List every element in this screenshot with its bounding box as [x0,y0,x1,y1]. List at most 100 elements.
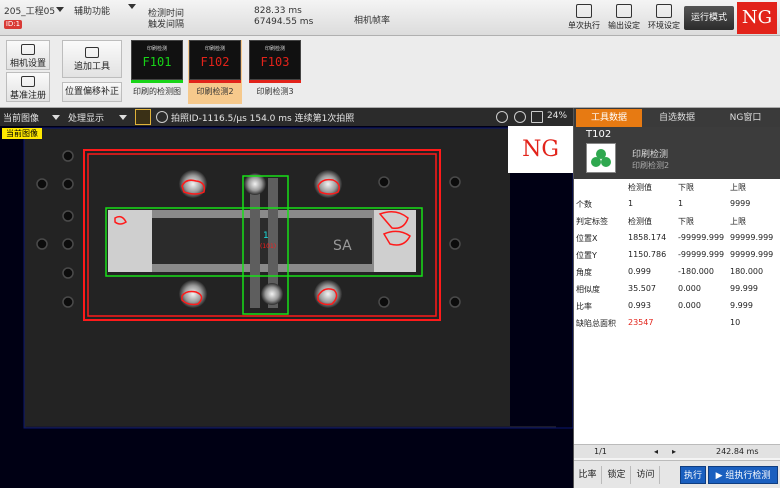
cell-low: 0.000 [678,301,701,310]
chevron-down-icon[interactable] [128,4,136,9]
table-row[interactable]: 角度 0.999 -180.000 180.000 [574,264,780,281]
table-row[interactable]: 个数 1 1 9999 [574,196,780,213]
table-row[interactable]: 位置Y 1150.786 -99999.999 99999.999 [574,247,780,264]
cell-low: -99999.999 [678,233,725,242]
fit-lock-icon[interactable] [135,109,151,125]
tool-thumb-title: 印刷检测 [264,46,285,52]
tool-label: 印刷检测2 [196,87,234,96]
table-row[interactable]: 相似度 35.507 0.000 99.999 [574,281,780,298]
ng-status-badge: NG [737,2,777,34]
cell-name: 相似度 [576,285,600,294]
cell-low: -99999.999 [678,250,725,259]
compare-button[interactable]: 比率 [574,466,602,484]
assist-menu-label: 辅助功能 [74,7,111,17]
cell-value: 23547 [628,318,654,327]
exec-time: 242.84 ms [716,447,759,456]
lock-button[interactable]: 锁定 [603,466,631,484]
tool-thumb-title: 印刷检测 [146,46,167,52]
zoom-out-icon[interactable] [514,111,526,123]
group-exec-button[interactable]: ▶ 组执行检测 [708,466,778,484]
cell-high: 上限 [730,217,746,226]
tool-card-3[interactable]: 印刷检测 F103 印刷检测3 [248,40,302,104]
table-row[interactable]: 位置X 1858.174 -99999.999 99999.999 [574,230,780,247]
page-prev-icon[interactable]: ◂ [654,447,658,456]
access-button[interactable]: 访问 [632,466,660,484]
table-row[interactable]: 缺陷总面积 23547 10 [574,315,780,332]
pcb-board [24,128,510,428]
cell-high: 99999.999 [730,250,774,259]
add-tool-button[interactable]: 追加工具 [62,40,122,78]
table-footer: 1/1 ◂ ▸ 242.84 ms [574,444,780,458]
panel-buttons: 比率 锁定 访问 执行 ▶ 组执行检测 [574,460,780,488]
chevron-down-icon[interactable] [119,115,127,120]
cell-high: 99.999 [730,284,758,293]
cell-value: 35.507 [628,284,656,293]
single-exec-label: 单次执行 [568,21,600,30]
tool-thumbnail: 印刷检测 F103 [249,40,301,80]
tool-thumbnail: 印刷检测 F101 [131,40,183,80]
cell-high: 10 [730,318,741,327]
tool-toolbar: 相机设置 基准注册 追加工具 位置偏移补正 印刷检测 F101 印刷的检测图 印… [0,36,780,108]
tool-label: 印刷检测3 [256,87,294,96]
monitor-icon [656,4,672,18]
env-setting-button[interactable]: 环境设定 [644,2,684,34]
region-label: 1 [263,231,269,241]
tool-sub-name: 印刷检测2 [632,161,670,170]
tab-tool-data[interactable]: 工具数据 [576,109,642,127]
tool-card-1[interactable]: 印刷检测 F101 印刷的检测图 [130,40,184,104]
cell-low: 1 [678,199,684,208]
camera-settings-label: 相机设置 [9,59,46,69]
chevron-down-icon[interactable] [52,115,60,120]
camera-settings-button[interactable]: 相机设置 [6,40,50,70]
play-icon: ▶ [715,471,723,481]
output-setting-button[interactable]: 输出设定 [604,2,644,34]
tool-code: F102 [200,55,230,69]
run-mode-button[interactable]: 运行模式 [684,6,734,30]
cell-name: 位置X [576,234,598,243]
cell-value: 0.993 [628,301,651,310]
register-ref-button[interactable]: 基准注册 [6,72,50,102]
table-row[interactable]: 判定标签 检测值 下限 上限 [574,213,780,230]
page-indicator: 1/1 [594,447,607,456]
current-image-select-label: 当前图像 [3,114,40,124]
output-setting-label: 输出设定 [608,21,640,30]
single-exec-button[interactable]: 单次执行 [564,2,604,34]
export-icon [616,4,632,18]
exec-button[interactable]: 执行 [680,466,706,484]
tool-header: T102 印刷检测 印刷检测2 [574,127,780,179]
cell-low: 下限 [678,217,694,226]
page-next-icon[interactable]: ▸ [672,447,676,456]
tab-custom-data[interactable]: 自选数据 [644,109,710,127]
tool-code: F101 [142,55,172,69]
cell-value: 1858.174 [628,233,667,242]
register-icon [21,76,35,87]
app-window: 205_工程05 辅助功能 ID:1 检测时间 触发间隔 828.33 ms 6… [0,0,780,488]
cell-name: 缺陷总面积 [576,319,616,328]
group-exec-label: 组执行检测 [725,471,771,481]
trigger-interval-value: 67494.55 ms [254,17,314,27]
header-high: 上限 [730,183,746,192]
cell-name: 判定标签 [576,217,608,226]
tool-thumbnail: 印刷检测 F102 [189,40,241,80]
detect-time-value: 828.33 ms [254,6,302,16]
position-comp-button[interactable]: 位置偏移补正 [62,82,122,102]
header-low: 下限 [678,183,694,192]
assist-menu[interactable]: 辅助功能 [74,4,110,17]
current-image-select[interactable]: 当前图像 [3,111,39,124]
table-row[interactable]: 比率 0.993 0.000 9.999 [574,298,780,315]
zoom-in-icon[interactable] [496,111,508,123]
project-menu[interactable]: 205_工程05 [4,4,55,17]
tab-ng-window[interactable]: NG窗口 [712,109,779,127]
chevron-down-icon[interactable] [56,7,64,12]
solder-pad [261,283,283,305]
tool-card-2[interactable]: 印刷检测 F102 印刷检测2 [188,40,242,104]
processing-display-select[interactable]: 处理显示 [68,111,104,124]
inspection-image-view[interactable]: SA 1 (101) 当前图像 NG [0,126,573,488]
fit-screen-icon[interactable] [531,111,543,123]
cell-name: 位置Y [576,251,597,260]
cell-name: 比率 [576,302,592,311]
tool-status-bar [131,80,183,83]
tool-code: F103 [260,55,290,69]
cell-high: 99999.999 [730,233,774,242]
print-inspect-icon [586,143,616,173]
